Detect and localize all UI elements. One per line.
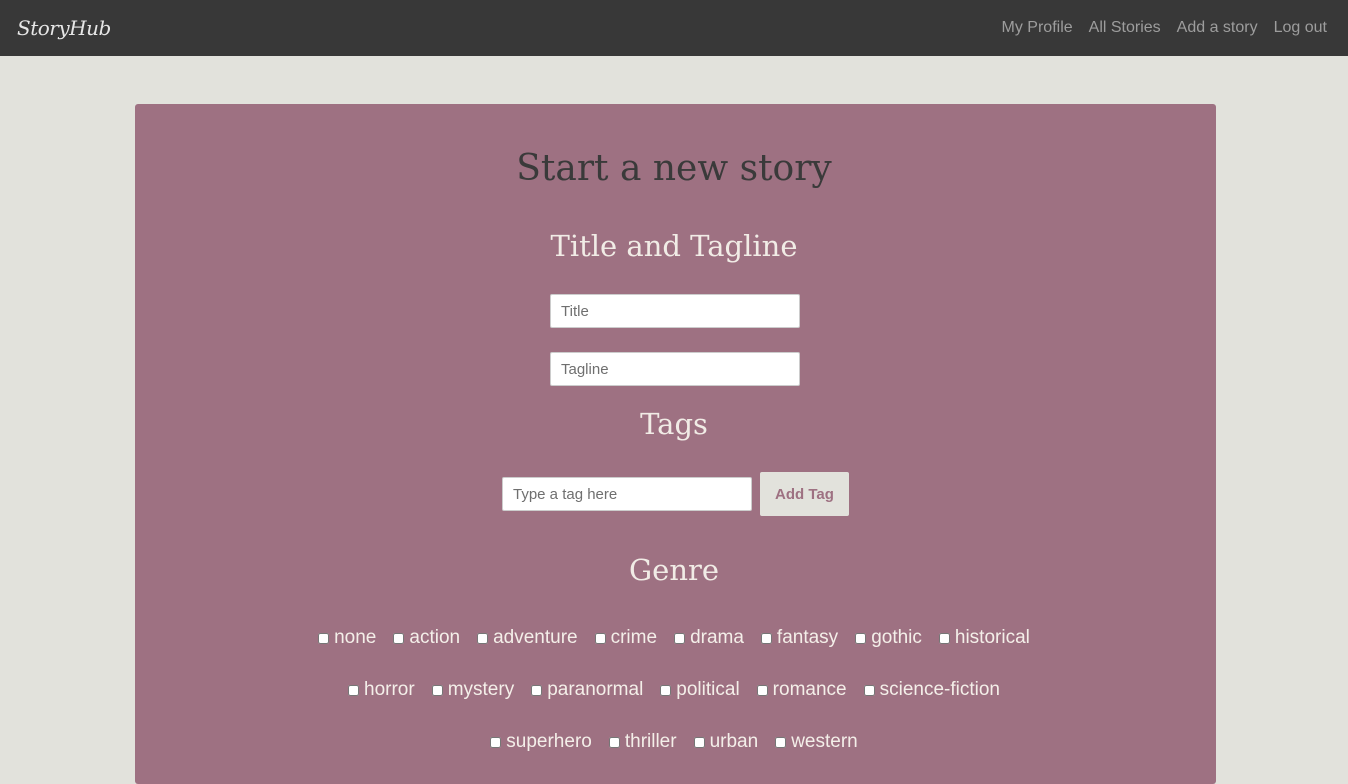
genre-option-fantasy[interactable]: fantasy: [760, 627, 839, 649]
genre-checkbox[interactable]: [660, 684, 672, 696]
genre-label: paranormal: [547, 679, 644, 700]
page-title: Start a new story: [516, 148, 832, 189]
genre-checkbox[interactable]: [393, 632, 405, 644]
genre-label: fantasy: [776, 627, 839, 648]
title-tagline-heading: Title and Tagline: [550, 229, 798, 263]
genre-row: none action adventure crime drama fantas…: [0, 627, 1348, 649]
genre-option-horror[interactable]: horror: [348, 679, 415, 701]
genre-checkbox[interactable]: [431, 684, 443, 696]
genre-checkbox[interactable]: [938, 632, 950, 644]
genre-option-science-fiction[interactable]: science-fiction: [863, 679, 1000, 701]
brand-logo[interactable]: StoryHub: [17, 16, 111, 40]
genre-option-action[interactable]: action: [393, 627, 460, 649]
genre-label: romance: [772, 679, 847, 700]
genre-option-gothic[interactable]: gothic: [855, 627, 922, 649]
genre-row: superhero thriller urban western: [0, 731, 1348, 753]
genre-option-none[interactable]: none: [318, 627, 376, 649]
genre-label: science-fiction: [879, 679, 1000, 700]
genre-option-historical[interactable]: historical: [938, 627, 1030, 649]
genre-checkbox[interactable]: [594, 632, 606, 644]
genre-label: western: [791, 731, 858, 752]
genre-option-superhero[interactable]: superhero: [490, 731, 592, 753]
navbar: StoryHub My Profile All Stories Add a st…: [0, 0, 1348, 56]
genre-label: none: [334, 627, 377, 648]
nav-link-my-profile[interactable]: My Profile: [1002, 19, 1073, 37]
genre-label: crime: [610, 627, 658, 648]
genre-label: adventure: [493, 627, 578, 648]
genre-label: gothic: [871, 627, 922, 648]
nav-link-all-stories[interactable]: All Stories: [1089, 19, 1161, 37]
genre-option-paranormal[interactable]: paranormal: [531, 679, 643, 701]
genre-checkbox[interactable]: [693, 736, 705, 748]
genre-label: urban: [709, 731, 759, 752]
genre-option-drama[interactable]: drama: [674, 627, 744, 649]
genre-label: mystery: [447, 679, 515, 700]
genre-checkbox[interactable]: [756, 684, 768, 696]
genre-checkbox[interactable]: [863, 684, 875, 696]
genre-checkbox[interactable]: [490, 736, 502, 748]
genre-checkbox[interactable]: [674, 632, 686, 644]
tag-input[interactable]: [502, 477, 752, 511]
genre-checkbox[interactable]: [477, 632, 489, 644]
genre-option-crime[interactable]: crime: [594, 627, 658, 649]
nav-link-add-story[interactable]: Add a story: [1177, 19, 1258, 37]
genre-option-urban[interactable]: urban: [693, 731, 759, 753]
genre-checkbox[interactable]: [855, 632, 867, 644]
genre-label: action: [409, 627, 461, 648]
genre-option-adventure[interactable]: adventure: [477, 627, 578, 649]
tagline-input[interactable]: [550, 352, 800, 386]
genre-option-mystery[interactable]: mystery: [431, 679, 515, 701]
nav-links: My Profile All Stories Add a story Log o…: [1002, 19, 1327, 37]
genre-label: drama: [690, 627, 744, 648]
tags-heading: Tags: [640, 407, 708, 441]
genre-label: historical: [954, 627, 1030, 648]
genre-checkbox[interactable]: [348, 684, 359, 696]
genre-label: superhero: [506, 731, 592, 752]
genre-option-thriller[interactable]: thriller: [608, 731, 677, 753]
add-tag-button[interactable]: Add Tag: [760, 472, 849, 516]
genre-checkbox[interactable]: [760, 632, 772, 644]
genre-label: horror: [364, 679, 415, 700]
title-input[interactable]: [550, 294, 800, 328]
genre-row: horror mystery paranormal political roma…: [0, 679, 1348, 701]
genre-label: political: [676, 679, 740, 700]
genre-checkbox[interactable]: [608, 736, 620, 748]
genre-option-romance[interactable]: romance: [756, 679, 847, 701]
genre-heading: Genre: [628, 553, 720, 587]
genre-checkbox[interactable]: [775, 736, 787, 748]
genre-option-western[interactable]: western: [775, 731, 858, 753]
genre-label: thriller: [624, 731, 677, 752]
genre-checkbox[interactable]: [318, 632, 330, 644]
nav-link-log-out[interactable]: Log out: [1274, 19, 1327, 37]
genre-checkbox[interactable]: [531, 684, 543, 696]
genre-option-political[interactable]: political: [660, 679, 740, 701]
